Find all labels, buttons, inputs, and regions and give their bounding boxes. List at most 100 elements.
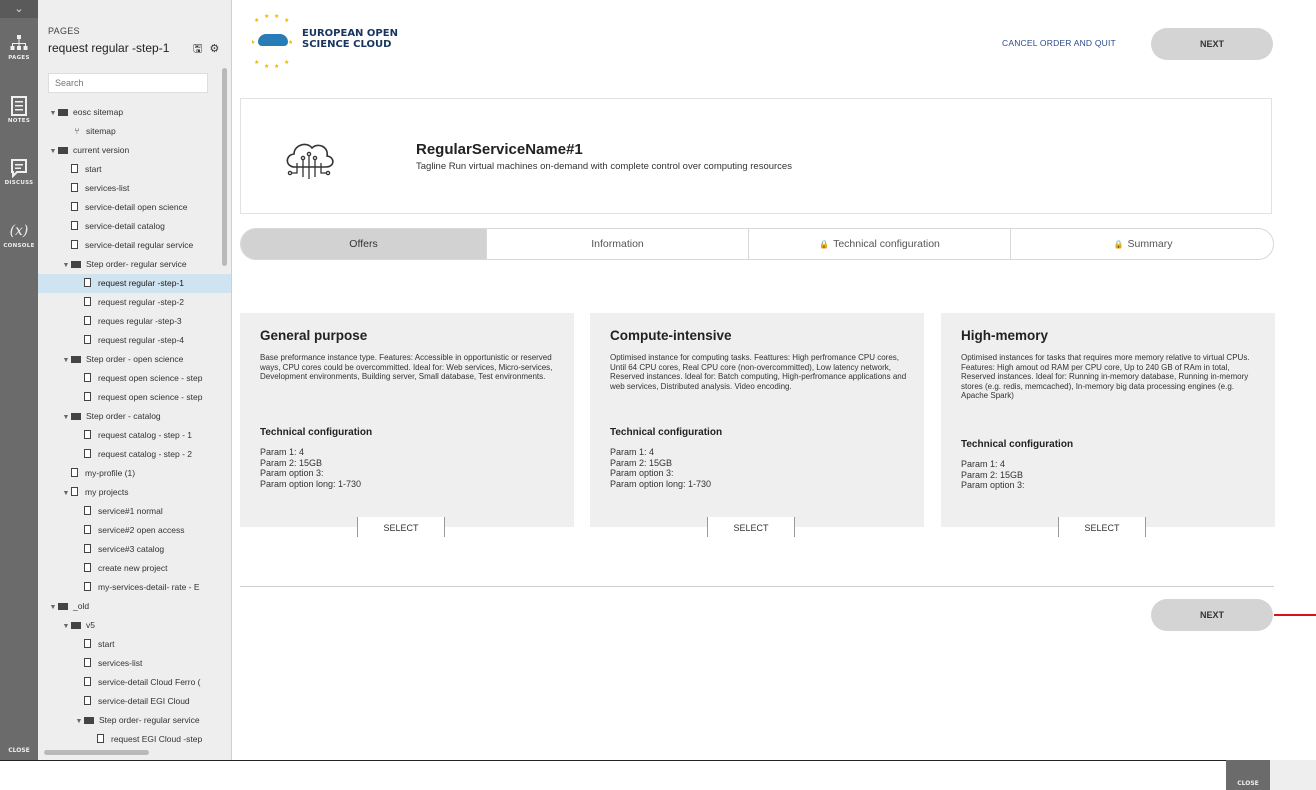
- folder-icon: [71, 622, 81, 629]
- tree-page[interactable]: request catalog - step - 2: [38, 445, 231, 464]
- tree-folder[interactable]: ▼ v5: [38, 616, 231, 635]
- tree-page[interactable]: start: [38, 160, 231, 179]
- tree-page[interactable]: create new project: [38, 559, 231, 578]
- page-icon: [84, 392, 91, 401]
- rail-notes-label: NOTES: [7, 118, 31, 124]
- tab-technical-configuration[interactable]: 🔒 Technical configuration: [749, 229, 1011, 259]
- page-icon: [84, 677, 91, 686]
- tree-page[interactable]: service-detail open science: [38, 198, 231, 217]
- rail-discuss[interactable]: DISCUSS: [0, 158, 38, 186]
- tree-page[interactable]: service-detail catalog: [38, 217, 231, 236]
- tree-item-label: service-detail regular service: [85, 240, 194, 250]
- tree-page[interactable]: service#2 open access: [38, 521, 231, 540]
- offer-description: Optimised instance for computing tasks. …: [610, 353, 907, 391]
- svg-text:★: ★: [264, 13, 269, 20]
- tree-item-label: service-detail EGI Cloud: [98, 696, 190, 706]
- tree-folder[interactable]: ▼ Step order - open science: [38, 350, 231, 369]
- tree-page[interactable]: service-detail EGI Cloud: [38, 692, 231, 711]
- tab-information[interactable]: Information: [487, 229, 749, 259]
- tree-page[interactable]: request regular -step-4: [38, 331, 231, 350]
- page-icon: [84, 316, 91, 325]
- cancel-order-link[interactable]: CANCEL ORDER AND QUIT: [1002, 38, 1116, 48]
- folder-icon: [71, 261, 81, 268]
- tree-folder[interactable]: ▼ _old: [38, 597, 231, 616]
- tree-page[interactable]: request open science - step: [38, 369, 231, 388]
- tree-folder[interactable]: ▼ current version: [38, 141, 231, 160]
- tree-page[interactable]: services-list: [38, 654, 231, 673]
- tab-information-label: Information: [591, 238, 644, 250]
- tree-page[interactable]: start: [38, 635, 231, 654]
- tree-toggle-icon[interactable]: ▼: [61, 256, 71, 274]
- tree-page[interactable]: ⑂ sitemap: [38, 122, 231, 141]
- offer-params: Param 1: 4 Param 2: 15GB Param option 3:…: [260, 447, 362, 489]
- tree-page[interactable]: request open science - step: [38, 388, 231, 407]
- collapse-chevron-icon[interactable]: ⌄: [0, 0, 38, 18]
- search-input[interactable]: [48, 73, 208, 93]
- edit-page-icon[interactable]: 🖫: [193, 43, 202, 55]
- tree-toggle-icon[interactable]: ▼: [61, 484, 71, 502]
- tree-folder[interactable]: ▼ Step order- regular service: [38, 255, 231, 274]
- tree-toggle-icon[interactable]: ▼: [61, 408, 71, 426]
- page-icon: [84, 449, 91, 458]
- service-header-card: RegularServiceName#1 Tagline Run virtual…: [240, 98, 1272, 214]
- offer-title: High-memory: [961, 328, 1049, 343]
- tree-page[interactable]: service-detail regular service: [38, 236, 231, 255]
- pages-panel: PAGES request regular -step-1 🖫 ⚙ ▼ eosc …: [38, 0, 232, 760]
- tree-page[interactable]: service-detail Cloud Ferro (: [38, 673, 231, 692]
- page-icon: [84, 297, 91, 306]
- tree-folder[interactable]: ▼ eosc sitemap: [38, 103, 231, 122]
- tree-page[interactable]: reques regular -step-3: [38, 312, 231, 331]
- tree-toggle-icon[interactable]: ▼: [61, 351, 71, 369]
- rail-notes[interactable]: NOTES: [0, 96, 38, 124]
- tree-toggle-icon[interactable]: ▼: [48, 142, 58, 160]
- page-icon: [84, 373, 91, 382]
- tree-toggle-icon[interactable]: ▼: [61, 617, 71, 635]
- tree-page[interactable]: request catalog - step - 1: [38, 426, 231, 445]
- next-button-top[interactable]: NEXT: [1151, 28, 1273, 60]
- offer-params: Param 1: 4 Param 2: 15GB Param option 3:: [961, 459, 1025, 490]
- tree-page[interactable]: request regular -step-2: [38, 293, 231, 312]
- tree-page[interactable]: my-services-detail- rate - E: [38, 578, 231, 597]
- annotation-red-line: [1274, 614, 1316, 616]
- rail-pages[interactable]: PAGES: [0, 33, 38, 61]
- select-button[interactable]: SELECT: [357, 517, 445, 537]
- settings-gear-icon[interactable]: ⚙: [209, 43, 219, 55]
- select-button[interactable]: SELECT: [707, 517, 795, 537]
- tree-page[interactable]: service#1 normal: [38, 502, 231, 521]
- tree-item-label: services-list: [98, 658, 143, 668]
- tree-page[interactable]: services-list: [38, 179, 231, 198]
- panel-section-label: PAGES: [48, 26, 80, 36]
- folder-icon: [71, 413, 81, 420]
- tree-page[interactable]: my-profile (1): [38, 464, 231, 483]
- offer-card-high-memory: High-memory Optimised instances for task…: [941, 313, 1275, 537]
- tree-toggle-icon[interactable]: ▼: [48, 104, 58, 122]
- tree-folder[interactable]: ▼ Step order- regular service: [38, 711, 231, 730]
- select-button[interactable]: SELECT: [1058, 517, 1146, 537]
- svg-text:★: ★: [274, 63, 279, 68]
- rail-console[interactable]: (x) CONSOLE: [0, 221, 38, 249]
- tree-page[interactable]: request EGI Cloud -step: [38, 730, 231, 749]
- tree-item-label: my projects: [85, 487, 129, 497]
- page-icon: [84, 639, 91, 648]
- page-icon: [84, 278, 91, 287]
- tab-summary[interactable]: 🔒 Summary: [1011, 229, 1273, 259]
- tree-page[interactable]: service#3 catalog: [38, 540, 231, 559]
- page-tree: ▼ eosc sitemap ⑂ sitemap ▼ current version sta…: [38, 103, 231, 749]
- tree-page[interactable]: ▼ my projects: [38, 483, 231, 502]
- next-button-bottom[interactable]: NEXT: [1151, 599, 1273, 631]
- tree-item-label: request regular -step-1: [98, 278, 184, 288]
- tree-page[interactable]: request regular -step-1: [38, 274, 231, 293]
- panel-horizontal-scrollbar[interactable]: [44, 750, 149, 755]
- page-icon: [84, 563, 91, 572]
- tree-toggle-icon[interactable]: ▼: [48, 598, 58, 616]
- tree-folder[interactable]: ▼ Step order - catalog: [38, 407, 231, 426]
- rail-close-button[interactable]: CLOSE: [0, 747, 38, 754]
- tab-offers[interactable]: Offers: [241, 229, 487, 259]
- rail-discuss-label: DISCUSS: [4, 180, 34, 186]
- bottom-close-button[interactable]: CLOSE: [1226, 760, 1270, 790]
- offer-title: Compute-intensive: [610, 328, 732, 343]
- tree-toggle-icon[interactable]: ▼: [74, 712, 84, 730]
- offer-tech-config-title: Technical configuration: [260, 427, 373, 438]
- service-name: RegularServiceName#1: [416, 141, 583, 158]
- main-canvas: ★ ★ ★ ★ ★ ★ ★ ★ ★ ★ EUROPEAN OPEN SCIENCE CLOUD…: [232, 0, 1316, 760]
